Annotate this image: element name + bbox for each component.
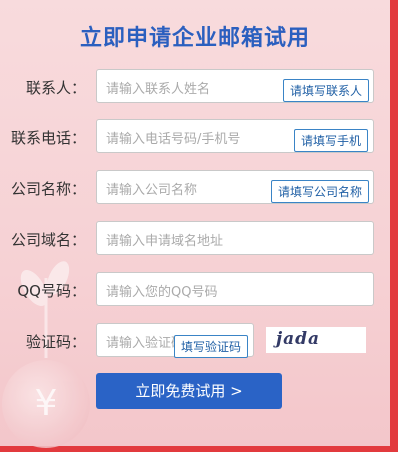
frame-border-right	[390, 0, 398, 452]
phone-tip: 请填写手机	[294, 129, 369, 152]
page-title: 立即申请企业邮箱试用	[79, 26, 310, 51]
company-tip: 请填写公司名称	[271, 180, 370, 203]
qq-input[interactable]: 请输入您的QQ号码	[96, 272, 374, 306]
phone-label: 联系电话：	[10, 129, 86, 147]
captcha-label: 验证码：	[25, 333, 86, 351]
frame-border-bottom	[0, 446, 398, 452]
domain-label: 公司域名：	[10, 231, 86, 249]
contact-label: 联系人：	[25, 79, 86, 97]
contact-row: 联系人： 请输入联系人姓名 请填写联系人	[0, 67, 390, 107]
phone-row: 联系电话： 请输入电话号码/手机号 请填写手机	[0, 117, 390, 157]
form-panel: ¥ 立即申请企业邮箱试用 联系人： 请输入联系人姓名 请填写联系人 联系电话： …	[0, 0, 398, 452]
company-label: 公司名称：	[10, 180, 86, 198]
free-trial-submit-button[interactable]: 立即免费试用 >	[96, 373, 282, 409]
contact-tip: 请填写联系人	[283, 79, 370, 102]
domain-row: 公司域名： 请输入申请域名地址	[0, 219, 390, 259]
captcha-row: 验证码： 请输入验证码 填写验证码 jada	[0, 321, 390, 361]
company-row: 公司名称： 请输入公司名称 请填写公司名称	[0, 168, 390, 208]
coin-decoration-icon: ¥	[2, 360, 90, 448]
captcha-tip: 填写验证码	[174, 335, 249, 358]
captcha-image[interactable]: jada	[266, 327, 366, 353]
qq-label: QQ号码：	[17, 282, 86, 300]
domain-input[interactable]: 请输入申请域名地址	[96, 221, 374, 255]
qq-row: QQ号码： 请输入您的QQ号码	[0, 270, 390, 310]
